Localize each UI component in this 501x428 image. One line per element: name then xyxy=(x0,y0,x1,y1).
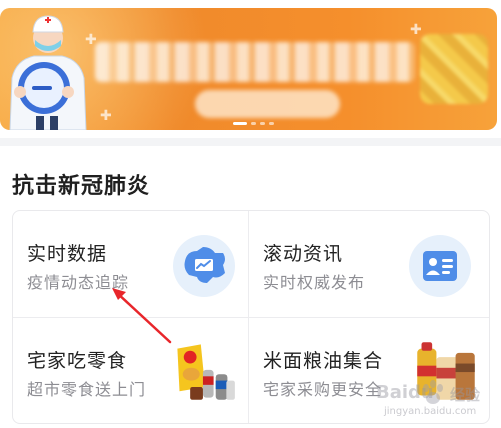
tile-title: 米面粮油集合 xyxy=(263,350,384,372)
promo-banner[interactable]: ✚ ✚ ✚ xyxy=(0,0,501,138)
tile-title: 宅家吃零食 xyxy=(27,350,128,372)
carousel-dot[interactable] xyxy=(260,122,265,125)
banner-blurred-logo xyxy=(420,34,488,104)
tile-title: 滚动资讯 xyxy=(263,243,344,265)
watermark-brand-cn: 经验 xyxy=(450,386,481,404)
plus-decoration-icon: ✚ xyxy=(100,108,112,124)
banner-blurred-button xyxy=(195,90,340,118)
doctor-illustration-icon xyxy=(9,15,87,130)
annotation-arrow-icon xyxy=(112,288,172,344)
tile-rolling-news[interactable]: 滚动资讯 实时权威发布 xyxy=(249,211,484,317)
watermark-brand: Baidu xyxy=(376,382,434,403)
plus-decoration-icon: ✚ xyxy=(410,22,422,38)
news-card-icon xyxy=(409,235,471,297)
banner-blurred-headline xyxy=(95,42,415,82)
carousel-dot[interactable] xyxy=(251,122,256,125)
tile-title: 实时数据 xyxy=(27,243,108,265)
china-map-chart-icon xyxy=(173,235,235,297)
tile-subtitle: 超市零食送上门 xyxy=(27,380,147,399)
carousel-indicator[interactable] xyxy=(233,122,274,125)
tile-subtitle: 宅家采购更安全 xyxy=(263,380,383,399)
snacks-image xyxy=(177,344,235,400)
carousel-dot-active[interactable] xyxy=(233,122,247,125)
baidu-jingyan-watermark: Baidu 经验 jingyan.baidu.com xyxy=(366,372,496,422)
watermark-url: jingyan.baidu.com xyxy=(384,406,477,417)
carousel-dot[interactable] xyxy=(269,122,274,125)
tile-subtitle: 实时权威发布 xyxy=(263,273,366,292)
section-title: 抗击新冠肺炎 xyxy=(12,174,151,199)
promo-banner-card[interactable]: ✚ ✚ ✚ xyxy=(0,8,497,130)
